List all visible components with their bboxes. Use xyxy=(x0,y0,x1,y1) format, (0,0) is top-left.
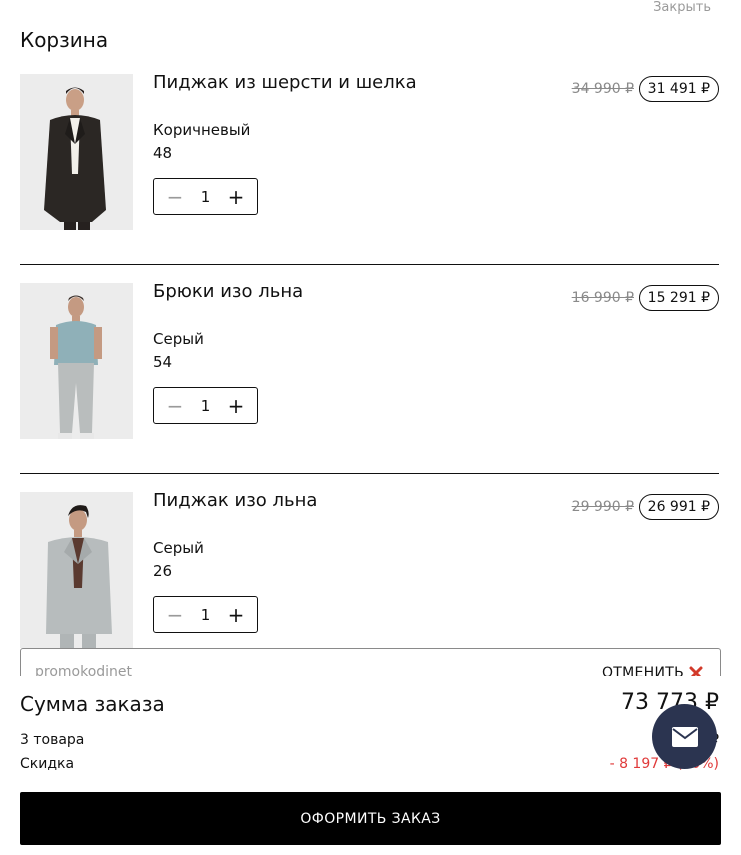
decrease-quantity-button[interactable]: − xyxy=(164,604,186,626)
quantity-value: 1 xyxy=(200,396,211,415)
cart-items-list: Пиджак из шерсти и шелка Коричневый 48 −… xyxy=(20,72,719,683)
quantity-stepper: − 1 + xyxy=(153,387,258,424)
order-total-label: Сумма заказа xyxy=(20,692,165,716)
product-size: 48 xyxy=(153,144,173,162)
product-name[interactable]: Пиджак изо льна xyxy=(153,490,317,511)
product-image[interactable] xyxy=(20,283,133,439)
quantity-stepper: − 1 + xyxy=(153,596,258,633)
old-price: 16 990 ₽ xyxy=(571,290,634,306)
quantity-stepper: − 1 + xyxy=(153,178,258,215)
increase-quantity-button[interactable]: + xyxy=(225,604,247,626)
order-summary: Сумма заказа 73 773 ₽ 3 товара ₽ Скидка … xyxy=(0,676,741,855)
decrease-quantity-button[interactable]: − xyxy=(164,395,186,417)
page-title: Корзина xyxy=(20,28,109,52)
increase-quantity-button[interactable]: + xyxy=(225,186,247,208)
mail-icon xyxy=(671,726,698,747)
current-price: 26 991 ₽ xyxy=(638,494,719,520)
chat-button[interactable] xyxy=(652,704,717,769)
product-size: 26 xyxy=(153,562,173,580)
product-size: 54 xyxy=(153,353,173,371)
product-image[interactable] xyxy=(20,492,133,648)
discount-label: Скидка xyxy=(20,756,75,772)
cart-item: Брюки изо льна Серый 54 − 1 + 16 990 ₽ 1… xyxy=(20,281,719,474)
cart-item: Пиджак из шерсти и шелка Коричневый 48 −… xyxy=(20,72,719,265)
close-link[interactable]: Закрыть xyxy=(653,0,711,15)
decrease-quantity-button[interactable]: − xyxy=(164,186,186,208)
product-image[interactable] xyxy=(20,74,133,230)
product-name[interactable]: Брюки изо льна xyxy=(153,281,303,302)
current-price: 31 491 ₽ xyxy=(638,76,719,102)
old-price: 29 990 ₽ xyxy=(571,499,634,515)
product-name[interactable]: Пиджак из шерсти и шелка xyxy=(153,72,417,93)
product-color: Коричневый xyxy=(153,121,251,139)
quantity-value: 1 xyxy=(200,187,211,206)
checkout-button[interactable]: ОФОРМИТЬ ЗАКАЗ xyxy=(20,792,721,845)
product-color: Серый xyxy=(153,330,204,348)
product-color: Серый xyxy=(153,539,204,557)
old-price: 34 990 ₽ xyxy=(571,81,634,97)
items-count-label: 3 товара xyxy=(20,732,85,748)
increase-quantity-button[interactable]: + xyxy=(225,395,247,417)
quantity-value: 1 xyxy=(200,605,211,624)
current-price: 15 291 ₽ xyxy=(638,285,719,311)
